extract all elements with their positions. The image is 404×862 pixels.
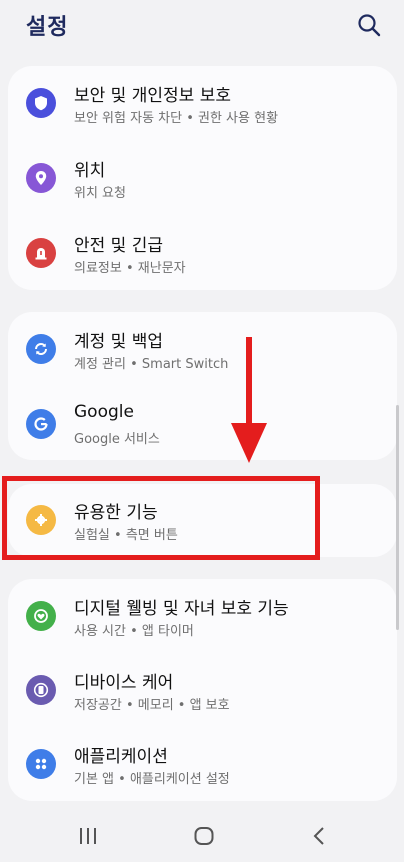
device-care-icon xyxy=(26,675,56,705)
emergency-siren-icon xyxy=(26,238,56,268)
settings-item-subtitle: Google 서비스 xyxy=(74,432,160,447)
settings-item-subtitle: 기본 앱 • 애플리케이션 설정 xyxy=(74,772,230,787)
recent-apps-icon[interactable] xyxy=(76,824,100,848)
settings-item-security[interactable]: 보안 및 개인정보 보호 보안 위험 자동 차단 • 권한 사용 현황 xyxy=(8,66,397,140)
google-icon xyxy=(26,409,56,439)
settings-item-label: 디바이스 케어 xyxy=(74,673,174,693)
page-title: 설정 xyxy=(26,15,69,40)
settings-item-digital-wellbeing[interactable]: 디지털 웰빙 및 자녀 보호 기능 사용 시간 • 앱 타이머 xyxy=(8,579,397,653)
settings-item-subtitle: 저장공간 • 메모리 • 앱 보호 xyxy=(74,698,230,713)
settings-item-device-care[interactable]: 디바이스 케어 저장공간 • 메모리 • 앱 보호 xyxy=(8,653,397,727)
settings-item-google[interactable]: Google Google 서비스 xyxy=(8,387,397,461)
settings-group-accounts: 계정 및 백업 계정 관리 • Smart Switch Google Goog… xyxy=(8,312,397,460)
apps-grid-icon xyxy=(26,749,56,779)
red-arrow-annotation xyxy=(231,337,267,463)
sync-icon xyxy=(26,334,56,364)
settings-item-label: 디지털 웰빙 및 자녀 보호 기능 xyxy=(74,599,289,619)
settings-item-subtitle: 의료정보 • 재난문자 xyxy=(74,261,186,276)
location-pin-icon xyxy=(26,163,56,193)
settings-item-subtitle: 보안 위험 자동 차단 • 권한 사용 현황 xyxy=(74,111,279,126)
settings-item-location[interactable]: 위치 위치 요청 xyxy=(8,141,397,215)
app-header: 설정 xyxy=(0,0,404,56)
scrollbar[interactable] xyxy=(396,405,399,630)
settings-item-subtitle: 계정 관리 • Smart Switch xyxy=(74,357,229,372)
settings-item-label: 보안 및 개인정보 보호 xyxy=(74,86,231,106)
shield-icon xyxy=(26,88,56,118)
wellbeing-heart-icon xyxy=(26,601,56,631)
settings-item-subtitle: 사용 시간 • 앱 타이머 xyxy=(74,624,194,639)
settings-item-label: Google xyxy=(74,402,134,422)
settings-group-device: 디지털 웰빙 및 자녀 보호 기능 사용 시간 • 앱 타이머 디바이스 케어 … xyxy=(8,579,397,801)
back-icon[interactable] xyxy=(308,824,332,848)
search-icon[interactable] xyxy=(356,12,382,38)
home-icon[interactable] xyxy=(192,824,216,848)
navigation-bar xyxy=(0,800,404,862)
highlight-box-annotation xyxy=(2,476,320,560)
settings-item-label: 계정 및 백업 xyxy=(74,332,164,352)
settings-item-applications[interactable]: 애플리케이션 기본 앱 • 애플리케이션 설정 xyxy=(8,727,397,801)
settings-group-security: 보안 및 개인정보 보호 보안 위험 자동 차단 • 권한 사용 현황 위치 위… xyxy=(8,66,397,290)
settings-item-label: 안전 및 긴급 xyxy=(74,236,164,256)
settings-item-label: 위치 xyxy=(74,161,106,181)
settings-item-accounts-backup[interactable]: 계정 및 백업 계정 관리 • Smart Switch xyxy=(8,312,397,386)
settings-item-safety[interactable]: 안전 및 긴급 의료정보 • 재난문자 xyxy=(8,216,397,290)
settings-item-label: 애플리케이션 xyxy=(74,747,168,767)
settings-item-subtitle: 위치 요청 xyxy=(74,186,126,201)
